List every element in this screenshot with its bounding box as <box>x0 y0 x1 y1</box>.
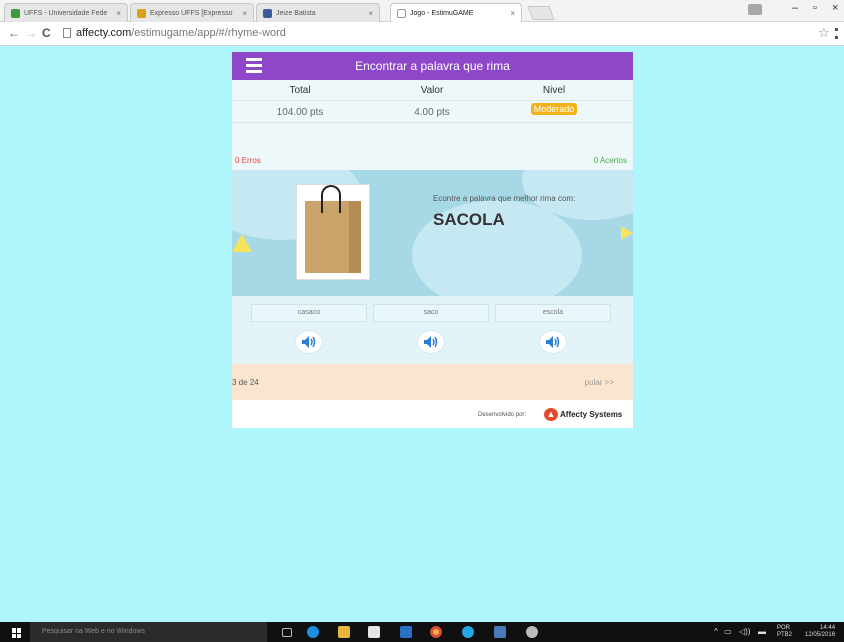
stat-valor: Valor 4.00 pts <box>372 85 492 118</box>
clock-time: 14:44 <box>820 625 836 631</box>
browser-tab-expresso[interactable]: Expresso UFFS [Expresso × <box>130 3 254 22</box>
pager-bar: 3 de 24 pular >> <box>232 364 633 400</box>
speaker-icon <box>424 336 438 348</box>
affecty-logo-icon: ▲ <box>544 408 558 421</box>
edge-browser-icon[interactable] <box>307 626 319 638</box>
stat-nivel-value-wrap: Moderado <box>494 103 614 115</box>
stat-valor-label: Valor <box>420 85 444 96</box>
clock[interactable]: 14:44 12/05/2016 <box>805 625 835 639</box>
star-decoration-icon <box>621 226 633 240</box>
option-saco-button[interactable]: saco <box>373 304 489 322</box>
speaker-icon <box>302 336 316 348</box>
browser-menu-icon[interactable] <box>835 28 838 39</box>
forward-arrow-icon[interactable]: → <box>25 26 37 40</box>
speaker-icon <box>546 336 560 348</box>
photos-icon[interactable] <box>494 626 506 638</box>
tab-label: UFFS - Universidade Fede <box>24 9 108 17</box>
minimize-icon[interactable]: – <box>792 2 798 14</box>
url-domain: affecty.com <box>76 27 132 39</box>
close-tab-icon[interactable]: × <box>116 9 121 18</box>
volume-icon[interactable]: ◁)) <box>739 628 750 636</box>
input-language[interactable]: POR PTB2 <box>777 625 792 639</box>
tab-label: Jogo - EstimuGAME <box>410 9 474 17</box>
page-favicon-icon <box>397 8 406 18</box>
play-audio-saco-button[interactable] <box>417 330 445 354</box>
browser-tab-uffs[interactable]: UFFS - Universidade Fede × <box>4 3 128 22</box>
windows-start-icon[interactable] <box>12 628 22 638</box>
stat-nivel-label: Nivel <box>542 85 566 96</box>
answer-options: casaco saco escola <box>232 296 633 364</box>
close-window-icon[interactable]: × <box>832 2 838 14</box>
reload-icon[interactable]: C <box>42 26 51 40</box>
play-audio-escola-button[interactable] <box>539 330 567 354</box>
language-code: POR <box>777 625 791 631</box>
divider <box>232 122 633 123</box>
stat-total-value: 104.00 pts <box>276 107 324 118</box>
close-tab-icon[interactable]: × <box>242 9 247 18</box>
taskbar-search-input[interactable]: Pesquisar na Web e no Windows <box>30 622 267 642</box>
stat-valor-value: 4.00 pts <box>414 107 450 118</box>
stat-total: Total 104.00 pts <box>240 85 360 118</box>
user-profile-icon[interactable] <box>748 4 762 15</box>
network-icon[interactable]: ▭ <box>724 628 732 636</box>
stat-total-label: Total <box>289 85 311 96</box>
clock-date: 12/05/2016 <box>805 632 836 638</box>
question-scene: Econtre a palavra que melhor rima com: S… <box>232 170 633 296</box>
address-bar: ← → C affecty.com/estimugame/app/#/rhyme… <box>0 22 844 46</box>
star-decoration-icon <box>232 234 252 252</box>
divider <box>232 100 633 101</box>
page-title: Encontrar a palavra que rima <box>355 59 510 73</box>
question-prompt: Econtre a palavra que melhor rima com: <box>433 194 576 203</box>
back-arrow-icon[interactable]: ← <box>8 26 20 40</box>
company-name[interactable]: Affecty Systems <box>560 410 622 419</box>
level-badge: Moderado <box>530 103 578 115</box>
outlook-icon[interactable] <box>400 626 412 638</box>
windows-taskbar: Pesquisar na Web e no Windows ^ ▭ ◁)) ▬ … <box>0 622 844 642</box>
expresso-favicon-icon <box>137 8 146 18</box>
store-icon[interactable] <box>368 626 380 638</box>
browser-tab-facebook[interactable]: Jeize Batista × <box>256 3 380 22</box>
facebook-favicon-icon <box>263 8 272 18</box>
task-view-icon[interactable] <box>282 628 292 637</box>
browser-tab-estimugame[interactable]: Jogo - EstimuGAME × <box>390 3 522 22</box>
uffs-favicon-icon <box>11 8 20 18</box>
notifications-icon[interactable]: ▬ <box>758 628 766 636</box>
option-escola-button[interactable]: escola <box>495 304 611 322</box>
paint-icon[interactable] <box>526 626 538 638</box>
new-tab-button[interactable] <box>527 6 555 20</box>
game-card: Encontrar a palavra que rima Total 104.0… <box>232 52 633 428</box>
target-word: SACOLA <box>433 210 505 229</box>
maximize-icon[interactable]: ▫ <box>813 2 817 14</box>
tab-label: Jeize Batista <box>276 9 316 17</box>
paper-bag-icon <box>305 185 361 273</box>
bookmark-star-icon[interactable]: ☆ <box>818 25 830 41</box>
app-header: Encontrar a palavra que rima <box>232 52 633 80</box>
skip-link[interactable]: pular >> <box>585 378 614 387</box>
skype-icon[interactable] <box>462 626 474 638</box>
question-image <box>296 184 370 280</box>
tab-label: Expresso UFFS [Expresso <box>150 9 233 17</box>
option-casaco-button[interactable]: casaco <box>251 304 367 322</box>
question-progress: 3 de 24 <box>232 378 259 387</box>
hamburger-menu-icon[interactable] <box>246 58 262 73</box>
chrome-icon[interactable] <box>430 626 442 638</box>
url-field[interactable]: affecty.com/estimugame/app/#/rhyme-word <box>76 27 286 39</box>
close-tab-icon[interactable]: × <box>368 9 373 18</box>
url-path: /estimugame/app/#/rhyme-word <box>131 27 286 39</box>
developed-by-label: Desenvolvido por: <box>478 412 527 418</box>
errors-count: 0 Erros <box>235 156 261 165</box>
app-footer: Desenvolvido por: ▲ Affecty Systems <box>232 400 633 428</box>
file-explorer-icon[interactable] <box>338 626 350 638</box>
browser-tab-bar: UFFS - Universidade Fede × Expresso UFFS… <box>0 0 844 22</box>
play-audio-casaco-button[interactable] <box>295 330 323 354</box>
correct-count: 0 Acertos <box>593 156 627 165</box>
close-tab-icon[interactable]: × <box>510 9 515 18</box>
tray-chevron-icon[interactable]: ^ <box>714 628 718 636</box>
keyboard-layout: PTB2 <box>777 632 793 638</box>
page-icon <box>63 28 71 38</box>
